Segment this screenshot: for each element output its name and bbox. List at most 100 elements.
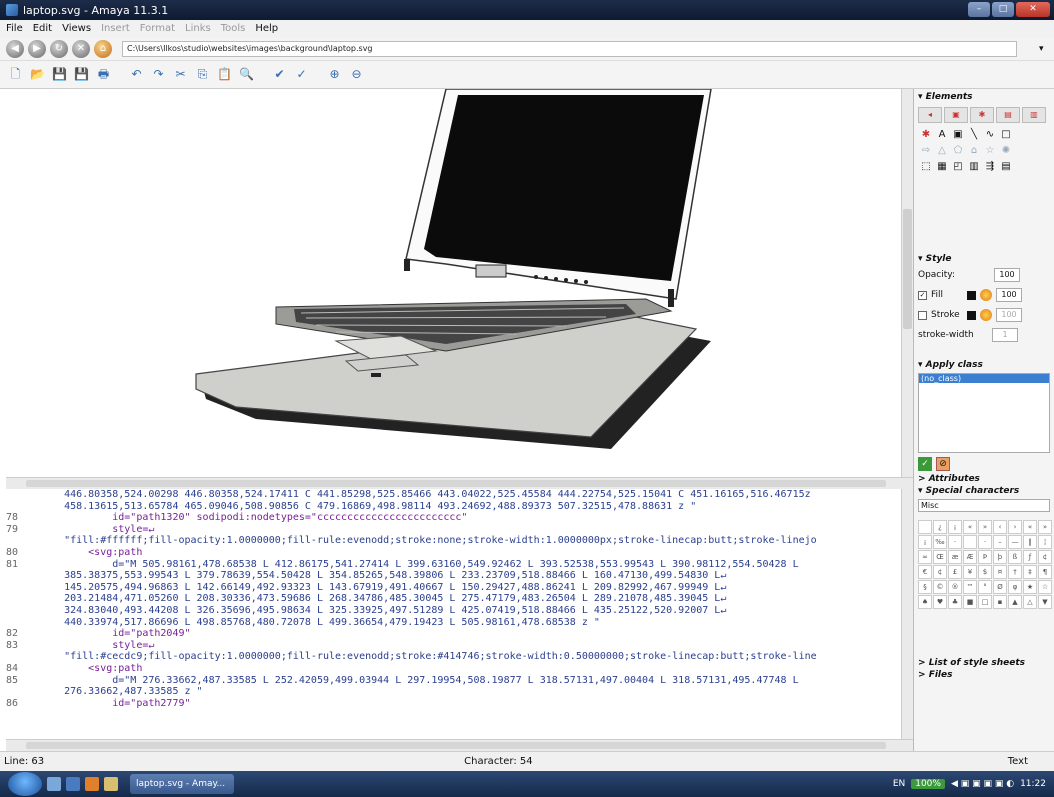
source-line[interactable]: 458.13615,513.65784 465.09046,508.90856 … [6,501,901,513]
source-code-text[interactable]: id="path1320" sodipodi:nodetypes="cccccc… [40,512,467,524]
source-code-text[interactable]: style=↵ [40,640,154,652]
special-characters-header[interactable]: ▾ Special characters [914,485,1054,497]
special-char-cell[interactable]: ▲ [1008,595,1022,609]
special-char-cell[interactable]: ♠ [918,595,932,609]
special-char-cell[interactable]: · [978,535,992,549]
element-tab-svg[interactable]: ✱ [970,107,994,123]
special-char-cell[interactable]: Æ [963,550,977,564]
special-char-cell[interactable]: ¿ [933,520,947,534]
svg-canvas[interactable] [6,89,901,477]
fill-color-picker-icon[interactable] [980,289,992,301]
menu-format[interactable]: Format [140,23,175,34]
special-char-cell[interactable]: § [918,580,932,594]
special-char-cell[interactable]: ♥ [933,595,947,609]
source-code-text[interactable]: <svg:path [40,547,142,559]
source-horizontal-scrollbar[interactable] [6,739,913,751]
zoom-in-icon[interactable]: ⊕ [325,65,344,84]
print-icon[interactable]: 🖶 [94,65,113,84]
source-code-text[interactable]: d="M 505.98161,478.68538 L 412.86175,541… [40,559,798,571]
special-char-cell[interactable]: £ [948,565,962,579]
triangle-tool-icon[interactable]: △ [936,145,948,157]
menu-tools[interactable]: Tools [221,23,246,34]
special-char-cell[interactable]: ‰ [933,535,947,549]
special-char-cell[interactable]: Þ [978,550,992,564]
callout-tool-icon[interactable]: ⌂ [968,145,980,157]
source-line[interactable]: 203.21484,471.05260 L 208.30336,473.5968… [6,593,901,605]
burst-tool-icon[interactable]: ✺ [1000,145,1012,157]
source-code-text[interactable]: 458.13615,513.65784 465.09046,508.90856 … [40,501,696,513]
source-code-text[interactable]: id="path2779" [40,698,190,710]
curve-tool-icon[interactable]: ∿ [984,129,996,141]
source-code-text[interactable]: 385.38375,553.99543 L 379.78639,554.5042… [40,570,726,582]
fill-checkbox[interactable]: ✓ [918,290,927,300]
menu-views[interactable]: Views [62,23,91,34]
menu-edit[interactable]: Edit [33,23,52,34]
stroke-checkbox[interactable] [918,310,927,320]
back-icon[interactable]: ◀ [6,39,24,58]
special-char-cell[interactable]: ¢ [1038,550,1052,564]
fill-opacity-input[interactable]: 100 [996,288,1022,302]
special-char-cell[interactable]: ‡ [1023,565,1037,579]
apply-class-header[interactable]: ▾ Apply class [914,359,1054,371]
rect-tool-icon[interactable]: □ [1000,129,1012,141]
special-char-cell[interactable]: » [1038,520,1052,534]
special-char-cell[interactable]: ▪ [993,595,1007,609]
special-char-cell[interactable]: ¶ [1038,565,1052,579]
files-header[interactable]: > Files [914,669,1054,681]
new-document-icon[interactable]: 🗋 [6,65,25,84]
menu-links[interactable]: Links [185,23,211,34]
folder-icon[interactable] [104,777,118,791]
source-code-text[interactable]: id="path2049" [40,628,190,640]
special-char-cell[interactable]: ® [948,580,962,594]
undo-icon[interactable]: ↶ [127,65,146,84]
find-icon[interactable]: 🔍 [237,65,256,84]
line-tool-icon[interactable]: ╲ [968,129,980,141]
special-char-cell[interactable]: » [978,520,992,534]
zoom-out-icon[interactable]: ⊖ [347,65,366,84]
start-orb-icon[interactable] [8,772,42,796]
source-code-text[interactable]: 276.33662,487.33585 z " [40,686,202,698]
source-line[interactable]: "fill:#cecdc9;fill-opacity:1.0000000;fil… [6,651,901,663]
special-char-cell[interactable]: ‖ [1023,535,1037,549]
copy-icon[interactable]: ⎘ [193,65,212,84]
special-char-cell[interactable]: ¡ [918,535,932,549]
source-code-text[interactable]: 440.33974,517.86696 L 498.85768,480.7207… [40,617,600,629]
redo-icon[interactable]: ↷ [149,65,168,84]
maximize-button[interactable]: □ [992,2,1014,17]
special-char-cell[interactable]: △ [1023,595,1037,609]
star-tool-icon[interactable]: ☆ [984,145,996,157]
spellcheck-icon[interactable]: ✔ [270,65,289,84]
opacity-input[interactable]: 100 [994,268,1020,282]
special-char-cell[interactable]: ß [1008,550,1022,564]
text-tool-icon[interactable]: A [936,129,948,141]
source-line[interactable]: 385.38375,553.99543 L 379.78639,554.5042… [6,570,901,582]
source-line[interactable]: 80 <svg:path [6,547,901,559]
special-char-cell[interactable]: ▼ [1038,595,1052,609]
distribute-tool-icon[interactable]: ⇶ [984,161,996,173]
special-char-cell[interactable] [918,520,932,534]
fill-color-swatch[interactable] [967,290,976,300]
source-line[interactable]: 86 id="path2779" [6,698,901,710]
language-indicator[interactable]: EN [893,779,905,789]
special-char-cell[interactable]: « [963,520,977,534]
special-char-cell[interactable]: – [993,535,1007,549]
tray-icons[interactable]: ◀ ▣ ▣ ▣ ▣ ◐ [951,779,1014,789]
special-char-cell[interactable]: ♣ [948,595,962,609]
arrow-tool-icon[interactable]: ⇨ [920,145,932,157]
align-tool-icon[interactable]: ▥ [968,161,980,173]
source-vertical-scrollbar[interactable] [901,489,913,739]
source-view[interactable]: 446.80358,524.00298 446.80358,524.17411 … [6,489,901,739]
class-list[interactable]: (no_class) [918,373,1050,453]
stroke-opacity-input[interactable]: 100 [996,308,1022,322]
source-code-text[interactable]: d="M 276.33662,487.33585 L 252.42059,499… [40,675,798,687]
forward-icon[interactable]: ▶ [28,39,46,58]
special-char-cell[interactable]: ƒ [1023,550,1037,564]
style-sheets-header[interactable]: > List of style sheets [914,657,1054,669]
address-field[interactable]: C:\Users\Ilkos\studio\websites\images\ba… [122,40,1017,57]
special-char-cell[interactable]: — [1008,535,1022,549]
paste-icon[interactable]: 📋 [215,65,234,84]
source-code-text[interactable]: style=↵ [40,524,154,536]
special-char-cell[interactable]: ¤ [993,565,1007,579]
special-char-cell[interactable]: Ø [993,580,1007,594]
source-code-text[interactable]: 203.21484,471.05260 L 208.30336,473.5968… [40,593,726,605]
